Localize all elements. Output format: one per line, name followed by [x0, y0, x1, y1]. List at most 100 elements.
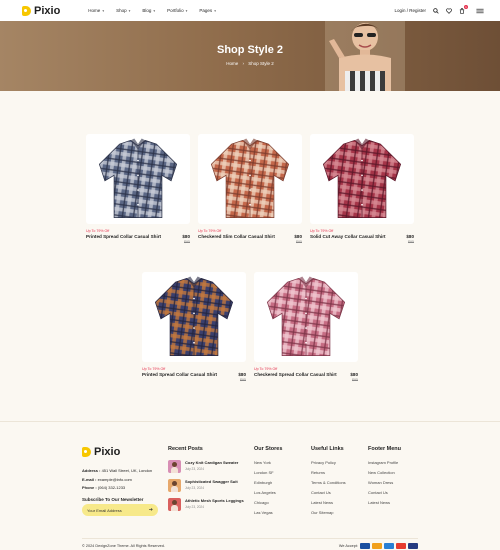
site-logo[interactable]: Pixio	[22, 5, 60, 17]
footer-menu-link[interactable]: New Collection	[368, 470, 401, 475]
arrow-right-icon[interactable]: ➔	[149, 507, 153, 513]
product-image[interactable]	[254, 272, 358, 362]
breadcrumb-home[interactable]: Home	[226, 61, 238, 66]
product-image[interactable]	[86, 134, 190, 224]
header-actions: Login / Register 1	[394, 4, 484, 14]
chevron-down-icon: ▾	[128, 8, 131, 13]
nav-home[interactable]: Home ▾	[88, 8, 104, 13]
mastercard-icon	[372, 543, 382, 549]
store-link[interactable]: Las Vegas	[254, 510, 282, 515]
nav-shop[interactable]: Shop ▾	[116, 8, 130, 13]
post-title[interactable]: Cozy Knit Cardigan Sweater	[185, 460, 247, 465]
store-link[interactable]: Los Angeles	[254, 490, 282, 495]
logo-icon	[82, 447, 91, 457]
product-image[interactable]	[198, 134, 302, 224]
footer-menu-link[interactable]: Contact Us	[368, 490, 401, 495]
cart-icon[interactable]: 1	[459, 4, 468, 14]
logo-icon	[22, 5, 31, 16]
discover-card-icon	[396, 543, 406, 549]
useful-link[interactable]: Returns	[311, 470, 346, 475]
nav-label: Shop	[116, 8, 127, 13]
nav-label: Home	[88, 8, 101, 13]
phone-value[interactable]: (064) 332-1233	[98, 485, 125, 490]
newsletter-placeholder: Your Email Address	[87, 507, 122, 513]
post-title[interactable]: Sophisticated Swagger Suit	[185, 479, 247, 484]
nav-pages[interactable]: Pages ▾	[199, 8, 216, 13]
store-link[interactable]: Edinburgh	[254, 480, 282, 485]
product-card[interactable]: Up To 79% Off Printed Spread Collar Casu…	[142, 272, 246, 382]
post-item[interactable]: Athletic Mesh Sports Leggings July 23, 20…	[168, 498, 247, 511]
search-icon[interactable]	[433, 7, 439, 14]
product-name[interactable]: Checkered Spread Collar Casual Shirt	[254, 372, 337, 377]
product-grid: Up To 79% Off Printed Spread Collar Casu…	[0, 91, 500, 421]
store-link[interactable]: Chicago	[254, 500, 282, 505]
heart-icon[interactable]	[446, 7, 452, 14]
visa-card-icon	[360, 543, 370, 549]
nav-portfolio[interactable]: Portfolio ▾	[167, 8, 187, 13]
useful-links: Useful Links Privacy Policy Returns Term…	[311, 446, 346, 520]
nav-label: Pages	[199, 8, 213, 13]
useful-link[interactable]: Terms & Conditions	[311, 480, 346, 485]
footer-menu-title: Footer Menu	[368, 446, 401, 452]
nav-blog[interactable]: Blog ▾	[142, 8, 155, 13]
shirt-image	[210, 138, 290, 219]
email-label: E-mail :	[82, 476, 97, 482]
store-link[interactable]: New York	[254, 460, 282, 465]
product-name[interactable]: Printed Spread Collar Casual Shirt	[86, 234, 161, 239]
email-value[interactable]: example@info.com	[98, 477, 132, 482]
footer-menu-link[interactable]: Instagram Profile	[368, 460, 401, 465]
product-card[interactable]: Up To 79% Off Solid Cut Away Collar Casu…	[310, 134, 414, 244]
product-image[interactable]	[310, 134, 414, 224]
post-title[interactable]: Athletic Mesh Sports Leggings	[185, 498, 247, 503]
useful-links-title: Useful Links	[311, 446, 344, 452]
footer-menu-link[interactable]: Woman Dress	[368, 480, 401, 485]
post-thumbnail[interactable]	[168, 460, 181, 473]
stores-title: Our Stores	[254, 446, 283, 452]
post-thumbnail[interactable]	[168, 479, 181, 492]
post-date: July 23, 2024	[185, 485, 204, 490]
footer-logo[interactable]: Pixio	[82, 446, 120, 458]
old-price: $95	[184, 240, 190, 244]
breadcrumb: Home › Shop Style 2	[0, 61, 500, 66]
contact-info: Address : 451 Wall Street, UK, London E-…	[82, 467, 152, 493]
useful-link[interactable]: Privacy Policy	[311, 460, 346, 465]
phone-line: Phone : (064) 332-1233	[82, 484, 152, 493]
post-item[interactable]: Cozy Knit Cardigan Sweater July 23, 2024	[168, 460, 247, 473]
breadcrumb-separator-icon: ›	[242, 61, 244, 66]
product-card[interactable]: Up To 79% Off Printed Spread Collar Casu…	[86, 134, 190, 244]
old-price: $95	[352, 378, 358, 382]
nav-label: Portfolio	[167, 8, 184, 13]
product-price: $80	[182, 234, 190, 239]
post-item[interactable]: Sophisticated Swagger Suit July 23, 2024	[168, 479, 247, 492]
page-title: Shop Style 2	[216, 44, 284, 56]
product-card[interactable]: Up To 79% Off Checkered Slim Collar Casu…	[198, 134, 302, 244]
footer-menu-link[interactable]: Latest News	[368, 500, 401, 505]
discount-label: Up To 79% Off	[142, 367, 166, 371]
useful-link[interactable]: Latest News	[311, 500, 346, 505]
cart-count-badge: 1	[464, 4, 468, 9]
nav-label: Blog	[142, 8, 152, 13]
payment-methods: We Accept:	[339, 543, 418, 549]
address-line: Address : 451 Wall Street, UK, London	[82, 467, 152, 476]
footer-logo-text: Pixio	[94, 446, 121, 458]
site-header: Pixio Home ▾ Shop ▾ Blog ▾ Portfolio ▾ Pages…	[0, 0, 500, 21]
old-price: $95	[296, 240, 302, 244]
product-price: $80	[238, 372, 246, 377]
login-register-link[interactable]: Login / Register	[394, 8, 426, 13]
recent-posts-title: Recent Posts	[168, 446, 203, 452]
product-card[interactable]: Up To 79% Off Checkered Spread Collar Ca…	[254, 272, 358, 382]
useful-link[interactable]: Contact Us	[311, 490, 346, 495]
store-link[interactable]: London SF	[254, 470, 282, 475]
product-name[interactable]: Checkered Slim Collar Casual Shirt	[198, 234, 275, 239]
copyright: © 2024 DexignZone Theme. All Rights Rese…	[82, 544, 165, 548]
product-name[interactable]: Solid Cut Away Collar Casual Shirt	[310, 234, 386, 239]
post-thumbnail[interactable]	[168, 498, 181, 511]
product-name[interactable]: Printed Spread Collar Casual Shirt	[142, 372, 217, 377]
newsletter-input[interactable]: Your Email Address ➔	[82, 504, 158, 516]
menu-icon[interactable]	[476, 8, 484, 14]
amex-card-icon	[384, 543, 394, 549]
site-footer: Pixio Address : 451 Wall Street, UK, Lon…	[0, 421, 500, 550]
useful-link[interactable]: Our Sitemap	[311, 510, 346, 515]
product-image[interactable]	[142, 272, 246, 362]
shirt-image	[322, 138, 402, 219]
